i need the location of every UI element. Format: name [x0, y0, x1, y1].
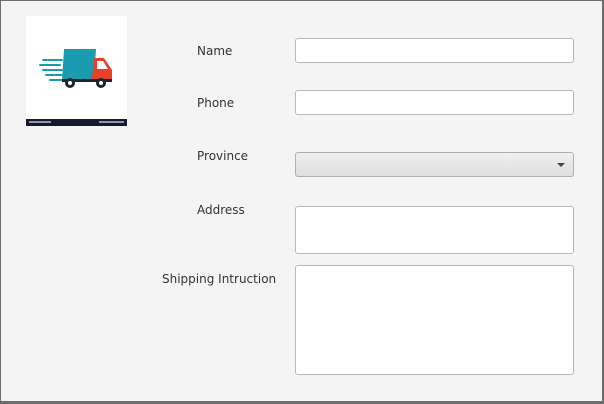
delivery-truck-icon: [39, 49, 112, 88]
name-input[interactable]: [295, 38, 574, 63]
delivery-logo: [26, 16, 127, 126]
logo-tagline-mark: [99, 121, 124, 123]
address-label: Address: [197, 203, 245, 217]
province-label: Province: [197, 149, 249, 163]
address-textarea[interactable]: [295, 206, 574, 254]
province-dropdown[interactable]: [295, 152, 574, 177]
chevron-down-icon[interactable]: [557, 163, 565, 167]
shipping-instruction-textarea[interactable]: [295, 265, 574, 375]
logo-brand-mark: [29, 121, 51, 123]
shipping-instruction-label: Shipping Intruction: [162, 272, 277, 286]
phone-input[interactable]: [295, 90, 574, 115]
logo-footer: [26, 119, 127, 126]
shipping-form-window: Name Phone Province Address Shipping Int…: [0, 0, 604, 404]
name-label: Name: [197, 44, 233, 58]
phone-label: Phone: [197, 96, 235, 110]
